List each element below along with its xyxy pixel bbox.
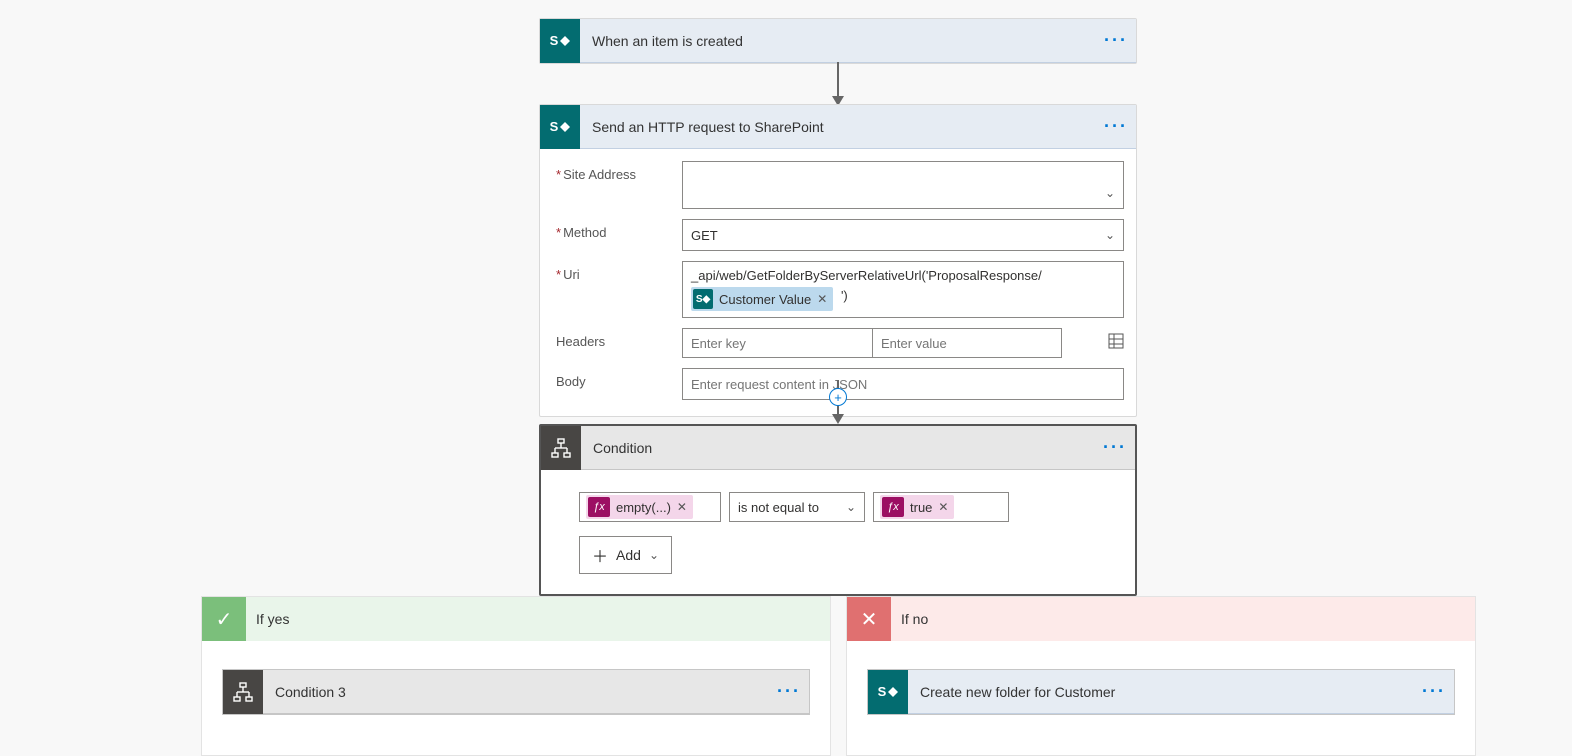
condition3-title: Condition 3 — [275, 684, 769, 700]
dynamic-token-customer-value[interactable]: S◆ Customer Value ✕ — [691, 287, 833, 311]
condition-left-value[interactable]: ƒx empty(...) ✕ — [579, 492, 721, 522]
chevron-down-icon: ⌄ — [846, 500, 856, 514]
more-menu-button[interactable]: ··· — [769, 670, 809, 714]
http-step-title: Send an HTTP request to SharePoint — [592, 119, 1096, 135]
chevron-down-icon: ⌄ — [1105, 186, 1115, 200]
check-icon: ✓ — [202, 597, 246, 641]
switch-to-text-mode-icon[interactable] — [1108, 333, 1124, 354]
condition-operator-dropdown[interactable]: is not equal to ⌄ — [729, 492, 865, 522]
remove-token-button[interactable]: ✕ — [817, 292, 827, 306]
trigger-title: When an item is created — [592, 33, 1096, 49]
if-yes-branch: ✓ If yes Condition 3 ··· — [201, 596, 831, 756]
if-yes-title: If yes — [256, 611, 289, 627]
remove-token-button[interactable]: ✕ — [677, 500, 687, 514]
uri-label: *Uri — [552, 261, 682, 282]
add-step-button[interactable]: + — [829, 388, 847, 406]
body-input[interactable] — [682, 368, 1124, 400]
trigger-card[interactable]: S When an item is created ··· — [539, 18, 1137, 64]
sharepoint-icon: S — [540, 19, 580, 63]
fx-icon: ƒx — [882, 497, 904, 517]
uri-input[interactable]: _api/web/GetFolderByServerRelativeUrl('P… — [682, 261, 1124, 318]
headers-label: Headers — [552, 328, 682, 349]
sharepoint-icon: S◆ — [693, 289, 713, 309]
method-label: *Method — [552, 219, 682, 240]
chevron-down-icon: ⌄ — [1105, 228, 1115, 242]
condition-title: Condition — [593, 440, 1095, 456]
condition-right-value[interactable]: ƒx true ✕ — [873, 492, 1009, 522]
sharepoint-icon: S — [540, 105, 580, 149]
method-dropdown[interactable]: GET ⌄ — [682, 219, 1124, 251]
add-condition-button[interactable]: ＋ Add ⌄ — [579, 536, 672, 574]
more-menu-button[interactable]: ··· — [1096, 105, 1136, 149]
if-no-branch: ✕ If no S Create new folder for Customer… — [846, 596, 1476, 756]
site-address-dropdown[interactable]: ⌄ — [682, 161, 1124, 209]
chevron-down-icon: ⌄ — [649, 548, 659, 562]
header-value-input[interactable] — [872, 328, 1062, 358]
fx-icon: ƒx — [588, 497, 610, 517]
condition-card[interactable]: Condition ··· ƒx empty(...) ✕ is not equ… — [539, 424, 1137, 596]
site-address-label: *Site Address — [552, 161, 682, 182]
http-step-card[interactable]: S Send an HTTP request to SharePoint ···… — [539, 104, 1137, 417]
body-label: Body — [552, 368, 682, 389]
condition-icon — [541, 426, 581, 470]
more-menu-button[interactable]: ··· — [1095, 426, 1135, 470]
create-folder-card[interactable]: S Create new folder for Customer ··· — [867, 669, 1455, 715]
plus-icon: ＋ — [592, 543, 608, 567]
sharepoint-icon: S — [868, 670, 908, 714]
create-folder-title: Create new folder for Customer — [920, 684, 1414, 700]
header-key-input[interactable] — [682, 328, 872, 358]
more-menu-button[interactable]: ··· — [1414, 670, 1454, 714]
if-no-title: If no — [901, 611, 928, 627]
condition3-card[interactable]: Condition 3 ··· — [222, 669, 810, 715]
more-menu-button[interactable]: ··· — [1096, 19, 1136, 63]
remove-token-button[interactable]: ✕ — [938, 500, 948, 514]
condition-icon — [223, 670, 263, 714]
close-icon: ✕ — [847, 597, 891, 641]
connector-arrow — [832, 62, 844, 106]
